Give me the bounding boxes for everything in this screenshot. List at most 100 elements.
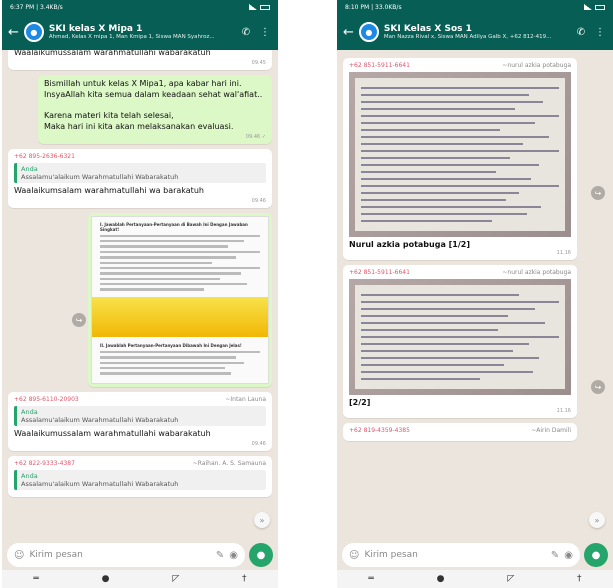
message-composer: ☺ Kirim pesan ✎ ◉ ●	[2, 540, 278, 570]
more-options-icon[interactable]: ⋮	[258, 27, 272, 38]
sender-number[interactable]: +62 819-4359-4385	[349, 427, 410, 434]
message-bubble[interactable]: +62 822-9333-4387 ~Raihan. A. S. Samauna…	[8, 455, 272, 497]
quoted-message[interactable]: Anda Assalamu'alaikum Warahmatullahi Wab…	[14, 469, 266, 490]
doc-heading: I. Jawablah Pertanyaan-Pertanyaan di Baw…	[100, 221, 248, 232]
handwritten-photo[interactable]	[349, 279, 571, 395]
document-image[interactable]: I. Jawablah Pertanyaan-Pertanyaan di Baw…	[91, 215, 269, 384]
chat-header: ← ● SKI Kelas X Sos 1 Man Nazza Rival x,…	[337, 14, 613, 50]
message-list[interactable]: +62 851-5911-6641 ~nurul azkia potabuga …	[337, 50, 613, 540]
quote-text: Assalamu'alaikum Warahmatullahi Wabaraka…	[21, 479, 179, 488]
mic-button[interactable]: ●	[584, 543, 608, 567]
sender-alias: ~nurul azkia potabuga	[502, 62, 571, 69]
menu-nav-icon[interactable]: ═	[368, 574, 373, 584]
sender-alias: ~Intan Launa	[225, 395, 266, 403]
chat-title: SKI kelas X Mipa 1	[48, 24, 143, 34]
attach-icon[interactable]: ✎	[216, 550, 224, 561]
scroll-down-button[interactable]: »	[589, 512, 605, 528]
back-nav-icon[interactable]: ◸	[172, 574, 179, 584]
message-bubble[interactable]: +62 895-6110-20903 ~Intan Launa Anda Ass…	[8, 391, 272, 451]
status-bar: 6:37 PM | 3.4KB/s	[2, 0, 278, 14]
forward-icon[interactable]: ↪	[591, 380, 605, 394]
system-nav-bar: ═ ● ◸ †	[2, 570, 278, 588]
message-bubble[interactable]: +62 895-2636-6321 Anda Assalamu'alaikum …	[8, 148, 272, 208]
sender-alias: ~Airin Damili	[531, 427, 571, 434]
voice-call-icon[interactable]: ✆	[239, 27, 253, 38]
chat-subtitle: Man Nazza Rival x, Siswa MAN Adilya Galb…	[383, 34, 552, 40]
chat-title-block[interactable]: SKI kelas X Mipa 1 Ahmad, Kelas X mipa 1…	[49, 24, 234, 40]
message-time: 09.45	[251, 59, 266, 66]
status-time: 8:10 PM | 33.0KB/s	[345, 3, 402, 11]
sender-number[interactable]: +62 851-5911-6641	[349, 62, 410, 69]
message-time: 11.16	[556, 408, 571, 414]
quote-author: Anda	[21, 407, 38, 416]
message-time: 09.46	[251, 197, 266, 204]
message-bubble-outgoing[interactable]: Bismillah untuk kelas X Mipa1, apa kabar…	[38, 74, 272, 144]
photo-caption: [2/2]	[349, 398, 371, 407]
more-options-icon[interactable]: ⋮	[593, 27, 607, 38]
doc-heading: II. Jawablah Pertanyaan-Pertanyaan Dibaw…	[100, 342, 242, 348]
message-list[interactable]: Waalaikumussalam warahmatullahi wabaraka…	[2, 50, 278, 540]
message-bubble[interactable]: Waalaikumussalam warahmatullahi wabaraka…	[8, 50, 272, 70]
photo-message[interactable]: +62 851-5911-6641 ~nurul azkia potabuga …	[343, 58, 577, 260]
menu-nav-icon[interactable]: ═	[33, 574, 38, 584]
forward-icon[interactable]: ↪	[72, 313, 86, 327]
mic-icon: ●	[256, 549, 266, 561]
sender-alias: ~Raihan. A. S. Samauna	[192, 459, 266, 467]
back-nav-icon[interactable]: ◸	[507, 574, 514, 584]
phone-screen-right: 8:10 PM | 33.0KB/s ← ● SKI Kelas X Sos 1…	[337, 0, 613, 588]
back-arrow-icon[interactable]: ←	[343, 26, 354, 39]
home-nav-icon[interactable]: ●	[102, 574, 110, 584]
message-text: Waalaikumussalam warahmatullahi wabaraka…	[14, 50, 211, 57]
chat-title-block[interactable]: SKI Kelas X Sos 1 Man Nazza Rival x, Sis…	[384, 24, 569, 40]
quote-text: Assalamu'alaikum Warahmatullahi Wabaraka…	[21, 415, 179, 424]
handwritten-photo[interactable]	[349, 72, 571, 237]
chat-header: ← ● SKI kelas X Mipa 1 Ahmad, Kelas X mi…	[2, 14, 278, 50]
accessibility-icon[interactable]: †	[577, 574, 582, 584]
photo-message[interactable]: +62 851-5911-6641 ~nurul azkia potabuga …	[343, 265, 577, 418]
emoji-icon[interactable]: ☺	[349, 550, 359, 561]
group-avatar[interactable]: ●	[23, 22, 44, 42]
photo-caption: Nurul azkia potabuga [1/2]	[349, 240, 471, 249]
accessibility-icon[interactable]: †	[242, 574, 247, 584]
system-nav-bar: ═ ● ◸ †	[337, 570, 613, 588]
message-time: 09.46	[251, 440, 266, 447]
camera-icon[interactable]: ◉	[229, 550, 238, 561]
message-text: Waalaikumsalam warahmatullahi wa barakat…	[14, 185, 204, 195]
quote-text: Assalamu'alaikum Warahmatullahi Wabaraka…	[21, 172, 179, 181]
mic-button[interactable]: ●	[249, 543, 273, 567]
message-input-placeholder: Kirim pesan	[364, 550, 418, 560]
signal-icon	[249, 4, 257, 10]
attach-icon[interactable]: ✎	[551, 550, 559, 561]
quoted-message[interactable]: Anda Assalamu'alaikum Warahmatullahi Wab…	[14, 162, 266, 183]
home-nav-icon[interactable]: ●	[437, 574, 445, 584]
sender-number[interactable]: +62 822-9333-4387	[14, 460, 75, 467]
doc-banner-image	[92, 296, 268, 337]
camera-icon[interactable]: ◉	[564, 550, 573, 561]
message-text: Bismillah untuk kelas X Mipa1, apa kabar…	[44, 78, 263, 131]
message-time: 09.46 ✓	[245, 133, 266, 140]
chat-title: SKI Kelas X Sos 1	[383, 24, 472, 34]
message-bubble[interactable]: +62 819-4359-4385 ~Airin Damili	[343, 423, 577, 441]
back-arrow-icon[interactable]: ←	[8, 26, 19, 39]
signal-icon	[584, 4, 592, 10]
sender-number[interactable]: +62 895-2636-6321	[14, 153, 75, 160]
document-image-message[interactable]: I. Jawablah Pertanyaan-Pertanyaan di Baw…	[88, 212, 272, 387]
phone-screen-left: 6:37 PM | 3.4KB/s ← ● SKI kelas X Mipa 1…	[2, 0, 278, 588]
message-input[interactable]: ☺ Kirim pesan ✎ ◉	[342, 543, 580, 567]
quote-author: Anda	[21, 471, 38, 480]
forward-icon[interactable]: ↪	[591, 186, 605, 200]
sender-number[interactable]: +62 895-6110-20903	[14, 396, 79, 403]
voice-call-icon[interactable]: ✆	[574, 27, 588, 38]
status-bar: 8:10 PM | 33.0KB/s	[337, 0, 613, 14]
message-input[interactable]: ☺ Kirim pesan ✎ ◉	[7, 543, 245, 567]
sender-alias: ~nurul azkia potabuga	[502, 269, 571, 276]
message-input-placeholder: Kirim pesan	[29, 550, 83, 560]
quoted-message[interactable]: Anda Assalamu'alaikum Warahmatullahi Wab…	[14, 405, 266, 426]
scroll-down-button[interactable]: »	[254, 512, 270, 528]
status-time: 6:37 PM | 3.4KB/s	[10, 3, 63, 11]
battery-icon	[595, 4, 605, 10]
sender-number[interactable]: +62 851-5911-6641	[349, 269, 410, 276]
group-avatar[interactable]: ●	[358, 22, 379, 42]
emoji-icon[interactable]: ☺	[14, 550, 24, 561]
message-composer: ☺ Kirim pesan ✎ ◉ ●	[337, 540, 613, 570]
